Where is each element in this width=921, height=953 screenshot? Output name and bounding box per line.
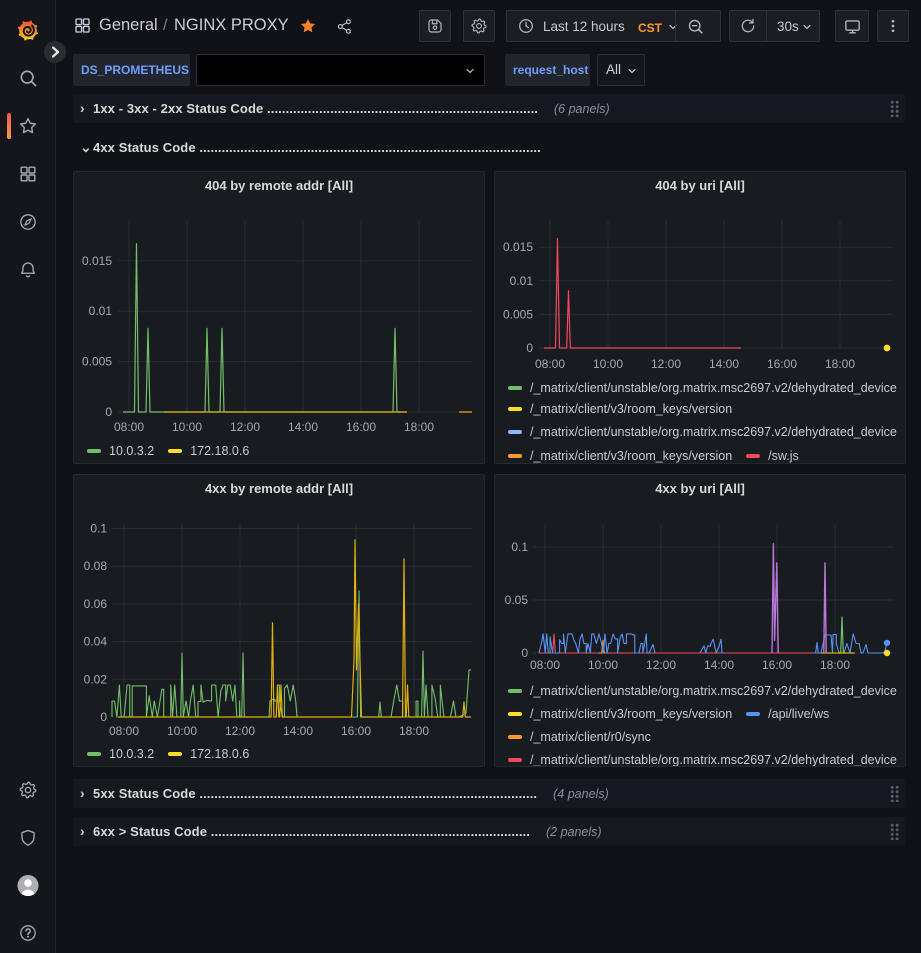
svg-text:12:00: 12:00 [646,658,676,672]
svg-text:0.1: 0.1 [511,540,528,554]
svg-text:14:00: 14:00 [709,357,739,371]
svg-text:16:00: 16:00 [762,658,792,672]
svg-text:18:00: 18:00 [825,357,855,371]
svg-text:0.005: 0.005 [503,307,533,321]
svg-text:0.02: 0.02 [84,672,108,686]
svg-text:0.01: 0.01 [510,274,534,288]
svg-text:18:00: 18:00 [820,658,850,672]
svg-text:14:00: 14:00 [704,658,734,672]
svg-text:0.015: 0.015 [82,254,112,268]
svg-text:0.01: 0.01 [89,304,113,318]
svg-text:10:00: 10:00 [172,420,202,434]
svg-text:10:00: 10:00 [167,724,197,738]
svg-text:18:00: 18:00 [399,724,429,738]
svg-text:14:00: 14:00 [288,420,318,434]
svg-text:0: 0 [526,341,533,355]
svg-text:08:00: 08:00 [535,357,565,371]
svg-text:12:00: 12:00 [225,724,255,738]
svg-text:14:00: 14:00 [283,724,313,738]
svg-text:16:00: 16:00 [346,420,376,434]
svg-text:0.005: 0.005 [82,355,112,369]
svg-text:0.015: 0.015 [503,240,533,254]
svg-text:10:00: 10:00 [588,658,618,672]
svg-text:0: 0 [100,710,107,724]
svg-text:0: 0 [105,405,112,419]
svg-text:12:00: 12:00 [651,357,681,371]
svg-text:10:00: 10:00 [593,357,623,371]
svg-text:0.06: 0.06 [84,597,108,611]
svg-text:16:00: 16:00 [767,357,797,371]
svg-text:0: 0 [521,646,528,660]
svg-text:12:00: 12:00 [230,420,260,434]
svg-text:0.05: 0.05 [505,593,529,607]
svg-text:08:00: 08:00 [114,420,144,434]
svg-text:08:00: 08:00 [109,724,139,738]
svg-text:0.04: 0.04 [84,635,108,649]
svg-text:16:00: 16:00 [341,724,371,738]
svg-text:0.1: 0.1 [90,522,107,536]
svg-text:0.08: 0.08 [84,559,108,573]
svg-text:08:00: 08:00 [530,658,560,672]
svg-text:18:00: 18:00 [404,420,434,434]
